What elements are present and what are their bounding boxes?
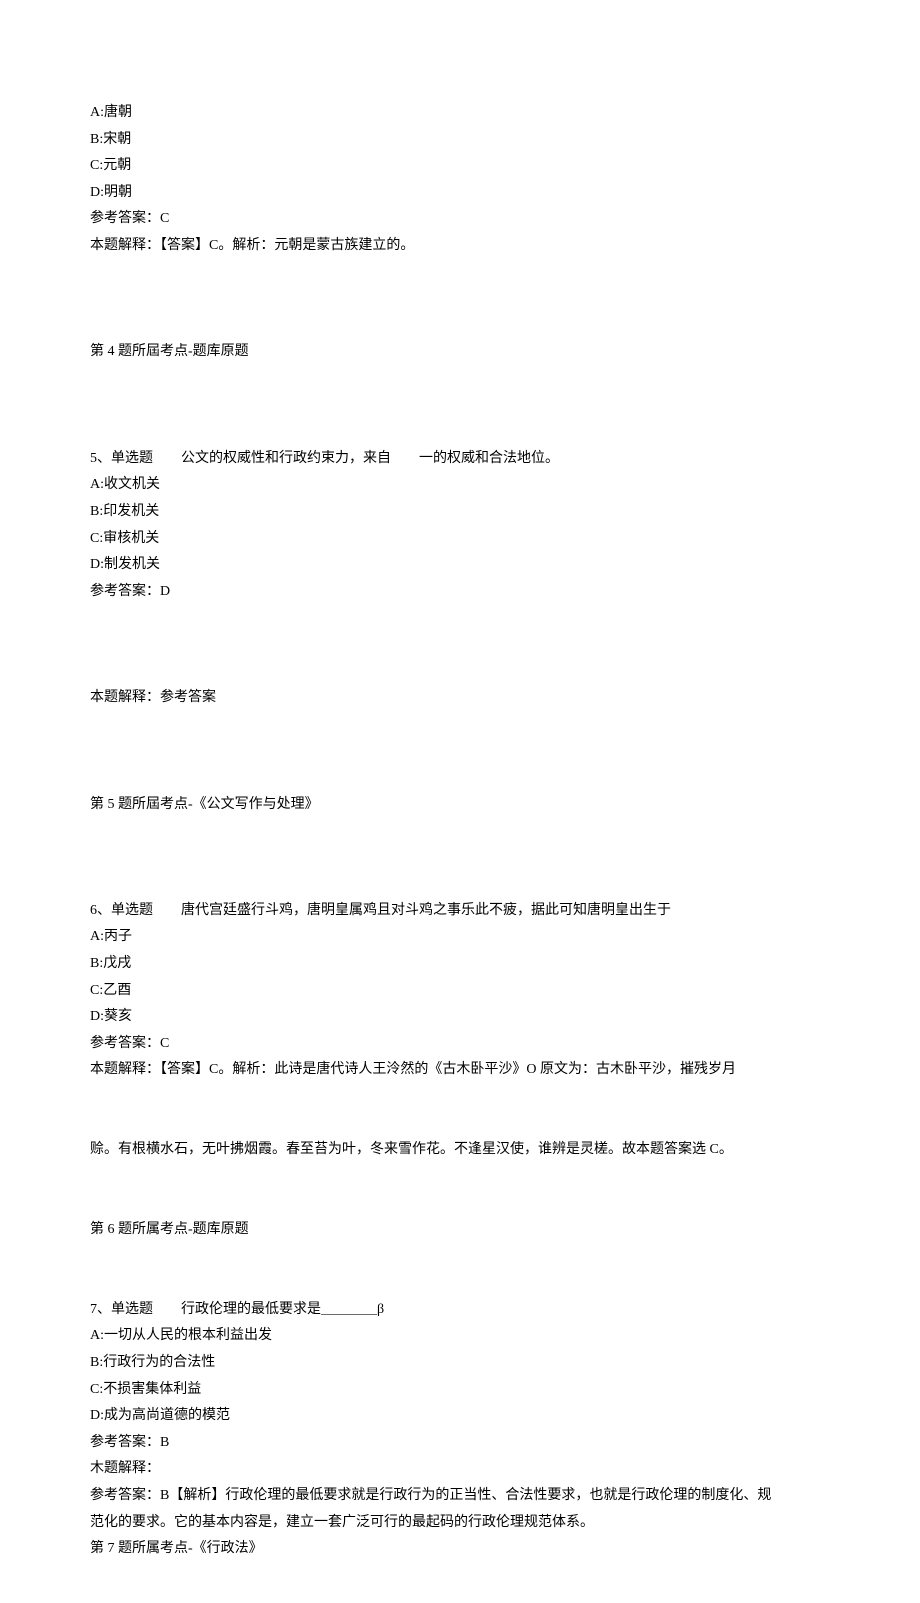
q6-option-a: A:丙子 [90, 924, 830, 951]
q5-explain: 本题解释：参考答案 [90, 685, 830, 712]
q4-option-b: B:宋朝 [90, 127, 830, 154]
q7-explain-label: 木题解释： [90, 1456, 830, 1483]
q5-option-d: D:制发机关 [90, 552, 830, 579]
q7-topic: 第 7 题所属考点-《行政法》 [90, 1536, 830, 1563]
q7-option-d: D:成为高尚道德的模范 [90, 1403, 830, 1430]
q6-option-c: C:乙酉 [90, 978, 830, 1005]
q6-stem: 6、单选题 唐代宫廷盛行斗鸡，唐明皇属鸡且对斗鸡之事乐此不疲，据此可知唐明皇出生… [90, 898, 830, 925]
q5-answer: 参考答案：D [90, 579, 830, 606]
q7-answer: 参考答案：B [90, 1430, 830, 1457]
q4-explain: 本题解释：【答案】C。解析：元朝是蒙古族建立的。 [90, 233, 830, 260]
q7-option-c: C:不损害集体利益 [90, 1377, 830, 1404]
q4-option-a: A:唐朝 [90, 100, 830, 127]
q5-option-b: B:印发机关 [90, 499, 830, 526]
q6-explain-1: 本题解释：【答案】C。解析：此诗是唐代诗人王泠然的《古木卧平沙》O 原文为：古木… [90, 1057, 830, 1084]
q6-topic: 第 6 题所属考点-题库原题 [90, 1217, 830, 1244]
q5-option-a: A:收文机关 [90, 472, 830, 499]
q4-answer: 参考答案：C [90, 206, 830, 233]
q4-option-c: C:元朝 [90, 153, 830, 180]
q7-explain-2: 范化的要求。它的基本内容是，建立一套广泛可行的最起码的行政伦理规范体系。 [90, 1510, 830, 1537]
q5-option-c: C:审核机关 [90, 526, 830, 553]
q7-option-b: B:行政行为的合法性 [90, 1350, 830, 1377]
q6-explain-2: 赊。有根横水石，无叶拂烟霞。春至苔为叶，冬来雪作花。不逢星汉使，谁辨是灵槎。故本… [90, 1137, 830, 1164]
q6-answer: 参考答案：C [90, 1031, 830, 1058]
q5-stem: 5、单选题 公文的权威性和行政约束力，来自 一的权威和合法地位。 [90, 446, 830, 473]
q4-option-d: D:明朝 [90, 180, 830, 207]
q7-option-a: A:一切从人民的根本利益出发 [90, 1323, 830, 1350]
q7-explain-1: 参考答案：B【解析】行政伦理的最低要求就是行政行为的正当性、合法性要求，也就是行… [90, 1483, 830, 1510]
q6-option-b: B:戊戌 [90, 951, 830, 978]
q5-topic: 第 5 题所屆考点-《公文写作与处理》 [90, 792, 830, 819]
q6-option-d: D:葵亥 [90, 1004, 830, 1031]
q4-topic: 第 4 题所屆考点-题库原题 [90, 339, 830, 366]
